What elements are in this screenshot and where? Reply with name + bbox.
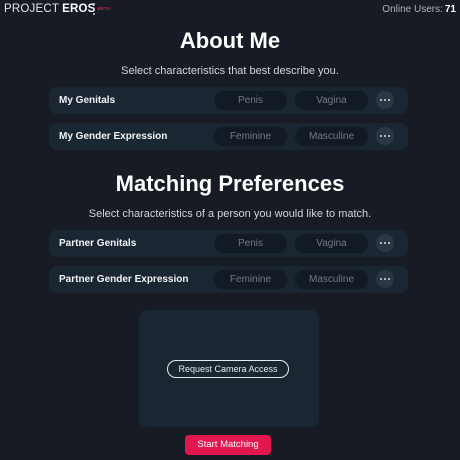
camera-preview: Request Camera Access [139, 310, 319, 427]
vertical-ellipsis-icon[interactable] [91, 3, 97, 15]
online-users-count: 71 [444, 4, 456, 15]
more-horizontal-icon[interactable] [376, 270, 394, 288]
beta-badge: BETA [97, 6, 111, 11]
option-masculine[interactable]: Masculine [295, 127, 368, 146]
about-me-title: About Me [179, 28, 281, 53]
online-users-label: Online Users: [382, 4, 443, 15]
start-matching-button[interactable]: Start Matching [185, 435, 271, 455]
page: PROJECT EROS BETA Online Users: 71 About … [0, 0, 460, 460]
matching-preferences-title: Matching Preferences [115, 171, 345, 196]
row-label: Partner Genitals [59, 238, 137, 249]
logo-text-project: PROJECT [4, 3, 60, 15]
online-users: Online Users: 71 [382, 4, 456, 15]
row-label: My Genitals [59, 95, 116, 106]
top-bar: PROJECT EROS BETA Online Users: 71 [0, 0, 460, 20]
more-horizontal-icon[interactable] [376, 234, 394, 252]
partner-genitals-row: Partner Genitals Penis Vagina [49, 230, 408, 257]
partner-gender-expression-row: Partner Gender Expression Feminine Mascu… [49, 266, 408, 293]
my-genitals-row: My Genitals Penis Vagina [49, 87, 408, 114]
option-vagina[interactable]: Vagina [295, 234, 368, 253]
option-feminine[interactable]: Feminine [214, 270, 287, 289]
option-penis[interactable]: Penis [214, 234, 287, 253]
option-penis[interactable]: Penis [214, 91, 287, 110]
more-horizontal-icon[interactable] [376, 91, 394, 109]
about-me-subtitle: Select characteristics that best describ… [121, 65, 339, 77]
option-masculine[interactable]: Masculine [295, 270, 368, 289]
request-camera-access-button[interactable]: Request Camera Access [167, 360, 289, 378]
option-feminine[interactable]: Feminine [214, 127, 287, 146]
more-horizontal-icon[interactable] [376, 127, 394, 145]
row-label: My Gender Expression [59, 131, 168, 142]
row-label: Partner Gender Expression [59, 274, 189, 285]
my-gender-expression-row: My Gender Expression Feminine Masculine [49, 123, 408, 150]
matching-preferences-subtitle: Select characteristics of a person you w… [88, 208, 372, 220]
option-vagina[interactable]: Vagina [295, 91, 368, 110]
